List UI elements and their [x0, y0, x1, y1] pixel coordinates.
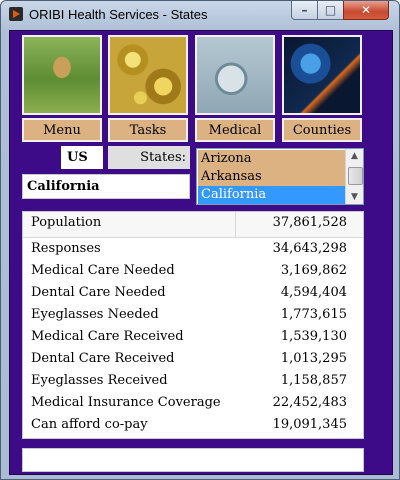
close-button[interactable]: ✕: [343, 1, 389, 20]
nav-tile-medical[interactable]: Medical: [195, 35, 275, 145]
row-value: 19,091,345: [272, 417, 347, 432]
stethoscope-image[interactable]: [195, 35, 275, 115]
table-row: Responses 34,643,298: [23, 238, 363, 260]
statistics-table: Population 37,861,528 Responses 34,643,29…: [22, 211, 364, 439]
row-label: Eyeglasses Received: [31, 373, 168, 388]
counties-button[interactable]: Counties: [282, 118, 362, 142]
table-row: Medical Care Needed 3,169,862: [23, 260, 363, 282]
country-field[interactable]: US: [61, 146, 103, 169]
match-image[interactable]: [282, 35, 362, 115]
medical-button[interactable]: Medical: [195, 118, 275, 142]
row-label: Dental Care Needed: [31, 285, 166, 300]
table-row: Dental Care Needed 4,594,404: [23, 282, 363, 304]
population-value: 37,861,528: [272, 215, 347, 230]
fractal-image[interactable]: [108, 35, 188, 115]
selected-state-field[interactable]: California: [22, 174, 190, 199]
row-label: Responses: [31, 241, 101, 256]
row-value: 4,594,404: [280, 285, 347, 300]
row-label: Dental Care Received: [31, 351, 175, 366]
table-row: Can afford co-pay 19,091,345: [23, 414, 363, 436]
scrollbar-thumb[interactable]: [348, 167, 363, 185]
gazelle-image[interactable]: [22, 35, 102, 115]
menu-button[interactable]: Menu: [22, 118, 102, 142]
state-list-item[interactable]: Arkansas: [198, 168, 346, 186]
table-row: Eyeglasses Needed 1,773,615: [23, 304, 363, 326]
row-value: 34,643,298: [272, 241, 347, 256]
nav-tile-counties[interactable]: Counties: [282, 35, 362, 145]
table-row: Medical Insurance Coverage 22,452,483: [23, 392, 363, 414]
nav-tile-menu[interactable]: Menu: [22, 35, 102, 145]
table-row: Dental Care Received 1,013,295: [23, 348, 363, 370]
scroll-down-arrow-icon[interactable]: ▼: [347, 190, 362, 204]
row-label: Medical Care Received: [31, 329, 184, 344]
maximize-button[interactable]: □: [317, 1, 344, 20]
state-list-item-selected[interactable]: California: [198, 186, 346, 204]
scroll-up-arrow-icon[interactable]: ▲: [347, 149, 362, 163]
row-value: 3,169,862: [280, 263, 347, 278]
window-title: ORIBI Health Services - States: [29, 7, 208, 22]
state-listbox[interactable]: Arizona Arkansas California ▲ ▼: [196, 148, 364, 205]
table-row: Eyeglasses Received 1,158,857: [23, 370, 363, 392]
nav-tile-tasks[interactable]: Tasks: [108, 35, 188, 145]
title-bar[interactable]: ORIBI Health Services - States – □ ✕: [1, 1, 399, 29]
states-label: States:: [108, 146, 190, 169]
table-row: Medical Care Received 1,539,130: [23, 326, 363, 348]
row-label: Medical Insurance Coverage: [31, 395, 221, 410]
app-window: ORIBI Health Services - States – □ ✕ Men…: [0, 0, 400, 480]
statistics-header-row: Population 37,861,528: [23, 212, 363, 238]
listbox-scrollbar[interactable]: ▲ ▼: [345, 149, 363, 204]
row-value: 1,158,857: [280, 373, 347, 388]
row-value: 1,539,130: [280, 329, 347, 344]
row-label: Medical Care Needed: [31, 263, 175, 278]
main-panel: Menu Tasks Medical Counties US States: C…: [9, 30, 393, 475]
app-icon[interactable]: [9, 7, 23, 21]
row-value: 1,773,615: [280, 307, 347, 322]
row-label: Eyeglasses Needed: [31, 307, 159, 322]
row-label: Can afford co-pay: [31, 417, 148, 432]
status-bar: [22, 448, 364, 472]
row-value: 22,452,483: [272, 395, 347, 410]
row-value: 1,013,295: [280, 351, 347, 366]
tasks-button[interactable]: Tasks: [108, 118, 188, 142]
state-list-item[interactable]: Arizona: [198, 150, 346, 168]
minimize-button[interactable]: –: [291, 1, 318, 20]
population-row: Population 37,861,528: [23, 212, 363, 234]
population-label: Population: [31, 215, 102, 230]
